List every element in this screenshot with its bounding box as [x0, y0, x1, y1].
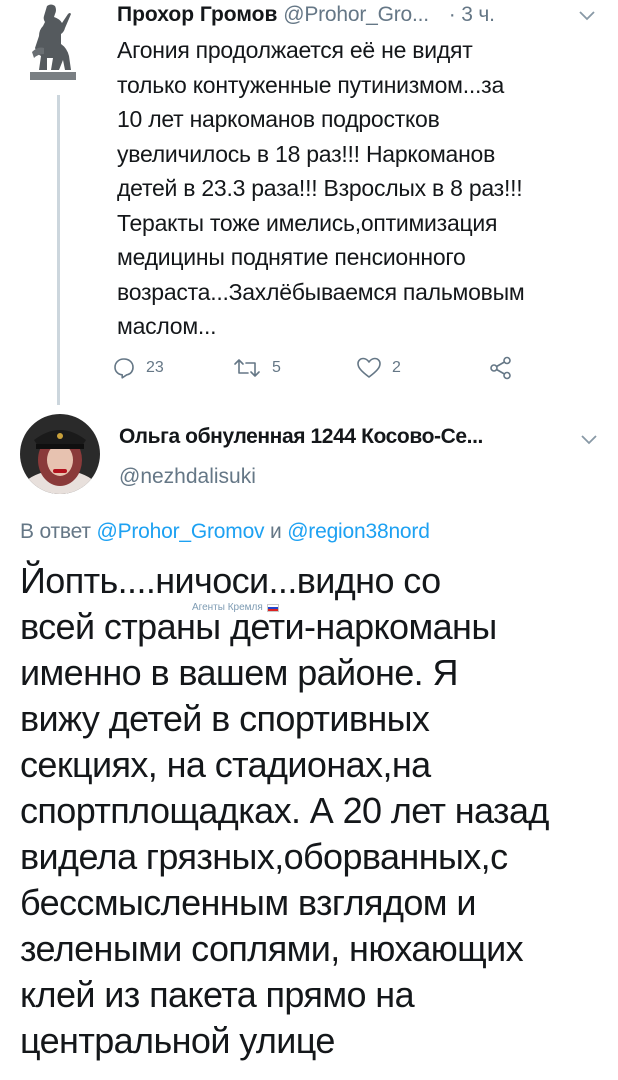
parent-tweet-text: Агония продолжается её не видят только к…	[117, 37, 525, 339]
reply-icon	[114, 358, 134, 379]
reply-button[interactable]: 23	[112, 352, 164, 384]
parent-tweet[interactable]: Прохор Громов @Prohor_Gro... · 3 ч. Агон…	[0, 0, 618, 405]
thread-line	[57, 95, 60, 405]
retweet-icon	[234, 359, 260, 377]
watermark-text: Агенты Кремля	[192, 602, 263, 613]
parent-tweet-header: Прохор Громов @Prohor_Gro... · 3 ч.	[117, 0, 495, 30]
reply-conjunction: и	[270, 520, 282, 543]
chevron-down-icon[interactable]	[576, 4, 598, 26]
chevron-down-icon[interactable]	[578, 428, 600, 450]
like-icon	[357, 357, 381, 378]
avatar-statue-image[interactable]	[22, 2, 84, 80]
avatar[interactable]	[20, 414, 100, 494]
reply-prefix: В ответ	[20, 520, 91, 543]
tweet-actions: 23 5 2	[112, 352, 532, 384]
share-button[interactable]	[488, 352, 514, 384]
tweet-time[interactable]: · 3 ч.	[449, 3, 495, 26]
author-name[interactable]: Прохор Громов	[117, 3, 277, 26]
reply-author-name[interactable]: Ольга обнуленная 1244 Косово-Се...	[119, 422, 483, 452]
reply-author-handle[interactable]: @nezhdalisuki	[119, 462, 256, 492]
mention-link[interactable]: @Prohor_Gromov	[96, 520, 264, 543]
russia-flag-icon	[266, 604, 279, 612]
reply-count: 23	[146, 359, 164, 376]
watermark: Агенты Кремля	[192, 602, 279, 614]
like-button[interactable]: 2	[356, 352, 401, 384]
retweet-count: 5	[272, 359, 281, 376]
share-icon	[490, 356, 511, 380]
replying-to: В ответ @Prohor_Gromov и @region38nord	[20, 517, 430, 547]
mention-link[interactable]: @region38nord	[287, 520, 430, 543]
like-count: 2	[392, 359, 401, 376]
reply-tweet-text: Йопть....ничоси...видно со всей страны д…	[20, 560, 549, 1061]
author-handle[interactable]: @Prohor_Gro...	[283, 3, 429, 26]
retweet-button[interactable]: 5	[232, 352, 281, 384]
